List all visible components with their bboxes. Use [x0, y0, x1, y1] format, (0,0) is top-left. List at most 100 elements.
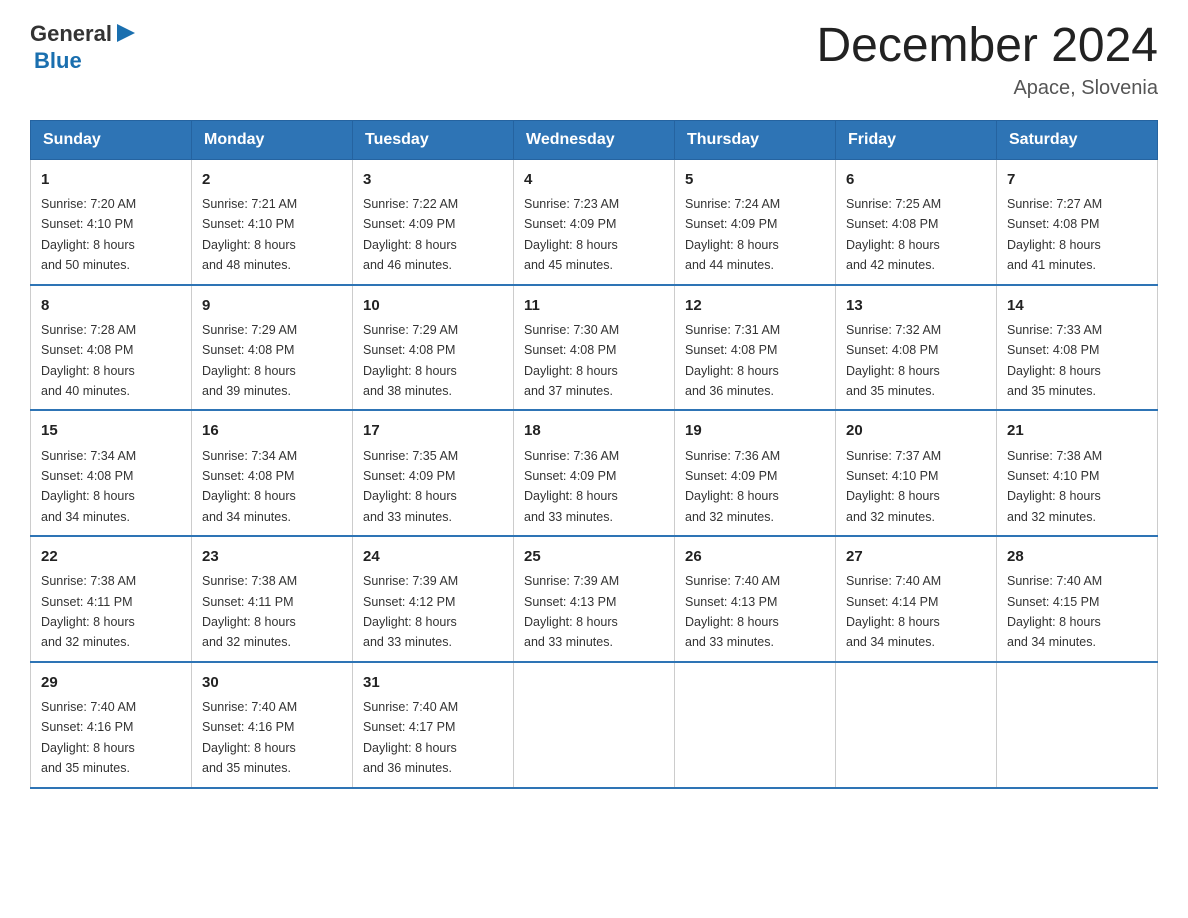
day-info: Sunrise: 7:31 AMSunset: 4:08 PMDaylight:…	[685, 323, 780, 398]
day-number: 23	[202, 545, 342, 568]
day-number: 15	[41, 419, 181, 442]
day-info: Sunrise: 7:39 AMSunset: 4:12 PMDaylight:…	[363, 574, 458, 649]
day-info: Sunrise: 7:35 AMSunset: 4:09 PMDaylight:…	[363, 449, 458, 524]
day-number: 7	[1007, 168, 1147, 191]
calendar-cell: 24 Sunrise: 7:39 AMSunset: 4:12 PMDaylig…	[353, 536, 514, 662]
header-sunday: Sunday	[31, 120, 192, 159]
week-row-5: 29 Sunrise: 7:40 AMSunset: 4:16 PMDaylig…	[31, 662, 1158, 788]
calendar-cell: 27 Sunrise: 7:40 AMSunset: 4:14 PMDaylig…	[836, 536, 997, 662]
calendar-cell: 12 Sunrise: 7:31 AMSunset: 4:08 PMDaylig…	[675, 285, 836, 411]
day-info: Sunrise: 7:27 AMSunset: 4:08 PMDaylight:…	[1007, 197, 1102, 272]
calendar-cell	[997, 662, 1158, 788]
week-row-1: 1 Sunrise: 7:20 AMSunset: 4:10 PMDayligh…	[31, 159, 1158, 284]
calendar-cell: 9 Sunrise: 7:29 AMSunset: 4:08 PMDayligh…	[192, 285, 353, 411]
calendar-cell: 23 Sunrise: 7:38 AMSunset: 4:11 PMDaylig…	[192, 536, 353, 662]
day-info: Sunrise: 7:29 AMSunset: 4:08 PMDaylight:…	[363, 323, 458, 398]
day-number: 21	[1007, 419, 1147, 442]
logo-triangle-icon	[115, 22, 137, 44]
calendar-cell: 19 Sunrise: 7:36 AMSunset: 4:09 PMDaylig…	[675, 410, 836, 536]
header-saturday: Saturday	[997, 120, 1158, 159]
day-info: Sunrise: 7:32 AMSunset: 4:08 PMDaylight:…	[846, 323, 941, 398]
day-info: Sunrise: 7:30 AMSunset: 4:08 PMDaylight:…	[524, 323, 619, 398]
day-info: Sunrise: 7:22 AMSunset: 4:09 PMDaylight:…	[363, 197, 458, 272]
day-number: 18	[524, 419, 664, 442]
calendar-cell: 21 Sunrise: 7:38 AMSunset: 4:10 PMDaylig…	[997, 410, 1158, 536]
day-info: Sunrise: 7:39 AMSunset: 4:13 PMDaylight:…	[524, 574, 619, 649]
day-info: Sunrise: 7:40 AMSunset: 4:16 PMDaylight:…	[202, 700, 297, 775]
calendar-cell: 2 Sunrise: 7:21 AMSunset: 4:10 PMDayligh…	[192, 159, 353, 284]
day-number: 8	[41, 294, 181, 317]
page-header: General Blue December 2024 Apace, Sloven…	[30, 20, 1158, 100]
day-number: 6	[846, 168, 986, 191]
day-info: Sunrise: 7:33 AMSunset: 4:08 PMDaylight:…	[1007, 323, 1102, 398]
day-number: 27	[846, 545, 986, 568]
calendar-cell: 1 Sunrise: 7:20 AMSunset: 4:10 PMDayligh…	[31, 159, 192, 284]
day-info: Sunrise: 7:25 AMSunset: 4:08 PMDaylight:…	[846, 197, 941, 272]
day-info: Sunrise: 7:37 AMSunset: 4:10 PMDaylight:…	[846, 449, 941, 524]
day-info: Sunrise: 7:34 AMSunset: 4:08 PMDaylight:…	[202, 449, 297, 524]
calendar-cell: 5 Sunrise: 7:24 AMSunset: 4:09 PMDayligh…	[675, 159, 836, 284]
calendar-cell: 18 Sunrise: 7:36 AMSunset: 4:09 PMDaylig…	[514, 410, 675, 536]
logo: General Blue	[30, 20, 137, 73]
calendar-cell: 10 Sunrise: 7:29 AMSunset: 4:08 PMDaylig…	[353, 285, 514, 411]
calendar-cell	[514, 662, 675, 788]
week-row-4: 22 Sunrise: 7:38 AMSunset: 4:11 PMDaylig…	[31, 536, 1158, 662]
calendar-cell	[836, 662, 997, 788]
day-number: 1	[41, 168, 181, 191]
day-info: Sunrise: 7:24 AMSunset: 4:09 PMDaylight:…	[685, 197, 780, 272]
day-info: Sunrise: 7:40 AMSunset: 4:14 PMDaylight:…	[846, 574, 941, 649]
header-thursday: Thursday	[675, 120, 836, 159]
day-info: Sunrise: 7:23 AMSunset: 4:09 PMDaylight:…	[524, 197, 619, 272]
day-info: Sunrise: 7:36 AMSunset: 4:09 PMDaylight:…	[524, 449, 619, 524]
day-number: 10	[363, 294, 503, 317]
calendar-subtitle: Apace, Slovenia	[816, 77, 1158, 100]
calendar-cell: 26 Sunrise: 7:40 AMSunset: 4:13 PMDaylig…	[675, 536, 836, 662]
week-row-3: 15 Sunrise: 7:34 AMSunset: 4:08 PMDaylig…	[31, 410, 1158, 536]
calendar-cell: 28 Sunrise: 7:40 AMSunset: 4:15 PMDaylig…	[997, 536, 1158, 662]
calendar-table: SundayMondayTuesdayWednesdayThursdayFrid…	[30, 120, 1158, 789]
day-number: 17	[363, 419, 503, 442]
calendar-title: December 2024	[816, 20, 1158, 73]
calendar-cell: 22 Sunrise: 7:38 AMSunset: 4:11 PMDaylig…	[31, 536, 192, 662]
calendar-cell: 15 Sunrise: 7:34 AMSunset: 4:08 PMDaylig…	[31, 410, 192, 536]
day-info: Sunrise: 7:40 AMSunset: 4:15 PMDaylight:…	[1007, 574, 1102, 649]
day-number: 20	[846, 419, 986, 442]
header-monday: Monday	[192, 120, 353, 159]
calendar-cell: 20 Sunrise: 7:37 AMSunset: 4:10 PMDaylig…	[836, 410, 997, 536]
day-info: Sunrise: 7:21 AMSunset: 4:10 PMDaylight:…	[202, 197, 297, 272]
day-info: Sunrise: 7:38 AMSunset: 4:10 PMDaylight:…	[1007, 449, 1102, 524]
day-number: 31	[363, 671, 503, 694]
calendar-cell: 6 Sunrise: 7:25 AMSunset: 4:08 PMDayligh…	[836, 159, 997, 284]
calendar-cell: 4 Sunrise: 7:23 AMSunset: 4:09 PMDayligh…	[514, 159, 675, 284]
logo-general-text: General	[30, 22, 112, 46]
day-number: 28	[1007, 545, 1147, 568]
day-info: Sunrise: 7:29 AMSunset: 4:08 PMDaylight:…	[202, 323, 297, 398]
header-wednesday: Wednesday	[514, 120, 675, 159]
calendar-cell: 13 Sunrise: 7:32 AMSunset: 4:08 PMDaylig…	[836, 285, 997, 411]
calendar-cell: 3 Sunrise: 7:22 AMSunset: 4:09 PMDayligh…	[353, 159, 514, 284]
day-number: 11	[524, 294, 664, 317]
day-number: 3	[363, 168, 503, 191]
day-number: 19	[685, 419, 825, 442]
day-number: 14	[1007, 294, 1147, 317]
day-info: Sunrise: 7:40 AMSunset: 4:16 PMDaylight:…	[41, 700, 136, 775]
day-number: 13	[846, 294, 986, 317]
day-info: Sunrise: 7:38 AMSunset: 4:11 PMDaylight:…	[202, 574, 297, 649]
day-number: 25	[524, 545, 664, 568]
calendar-header-row: SundayMondayTuesdayWednesdayThursdayFrid…	[31, 120, 1158, 159]
logo-blue-text: Blue	[30, 49, 137, 73]
calendar-cell: 11 Sunrise: 7:30 AMSunset: 4:08 PMDaylig…	[514, 285, 675, 411]
calendar-cell: 25 Sunrise: 7:39 AMSunset: 4:13 PMDaylig…	[514, 536, 675, 662]
day-number: 12	[685, 294, 825, 317]
calendar-cell	[675, 662, 836, 788]
calendar-cell: 30 Sunrise: 7:40 AMSunset: 4:16 PMDaylig…	[192, 662, 353, 788]
day-info: Sunrise: 7:20 AMSunset: 4:10 PMDaylight:…	[41, 197, 136, 272]
week-row-2: 8 Sunrise: 7:28 AMSunset: 4:08 PMDayligh…	[31, 285, 1158, 411]
calendar-cell: 31 Sunrise: 7:40 AMSunset: 4:17 PMDaylig…	[353, 662, 514, 788]
calendar-cell: 17 Sunrise: 7:35 AMSunset: 4:09 PMDaylig…	[353, 410, 514, 536]
calendar-cell: 29 Sunrise: 7:40 AMSunset: 4:16 PMDaylig…	[31, 662, 192, 788]
day-number: 30	[202, 671, 342, 694]
title-block: December 2024 Apace, Slovenia	[816, 20, 1158, 100]
calendar-cell: 7 Sunrise: 7:27 AMSunset: 4:08 PMDayligh…	[997, 159, 1158, 284]
day-number: 16	[202, 419, 342, 442]
